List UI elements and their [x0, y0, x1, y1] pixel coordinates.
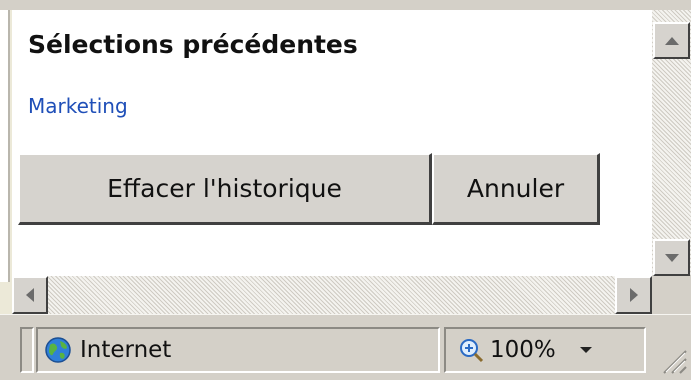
- previous-selections-heading: Sélections précédentes: [28, 30, 358, 59]
- zoom-control[interactable]: 100%: [444, 327, 646, 373]
- magnifier-icon: [460, 339, 484, 363]
- scroll-left-button[interactable]: [12, 276, 48, 314]
- status-zone-pane[interactable]: Internet: [36, 327, 440, 373]
- vertical-scrollbar[interactable]: [652, 10, 691, 276]
- security-zone-label: Internet: [80, 337, 172, 363]
- chevron-down-icon[interactable]: [579, 346, 592, 354]
- arrow-up-icon: [664, 36, 679, 45]
- arrow-left-icon: [26, 288, 34, 302]
- window-frame-left: [0, 10, 10, 282]
- history-item-link[interactable]: Marketing: [28, 94, 128, 118]
- scroll-right-button[interactable]: [615, 276, 652, 314]
- cancel-button[interactable]: Annuler: [432, 153, 600, 225]
- status-pane-progress: [20, 327, 34, 373]
- resize-grip-icon[interactable]: [650, 337, 688, 375]
- dialog-content: Sélections précédentes Marketing Effacer…: [12, 10, 652, 276]
- scroll-down-button[interactable]: [653, 239, 690, 276]
- globe-icon: [45, 337, 71, 363]
- horizontal-scrollbar[interactable]: [12, 276, 652, 314]
- clear-history-button[interactable]: Effacer l'historique: [18, 153, 432, 225]
- zoom-level-label: 100%: [490, 337, 556, 363]
- arrow-right-icon: [629, 288, 638, 302]
- scroll-up-button[interactable]: [653, 22, 690, 59]
- arrow-down-icon: [664, 253, 679, 262]
- window-frame-top: [0, 0, 691, 10]
- scrollbar-corner: [652, 276, 691, 314]
- status-bar: Internet 100%: [0, 314, 691, 380]
